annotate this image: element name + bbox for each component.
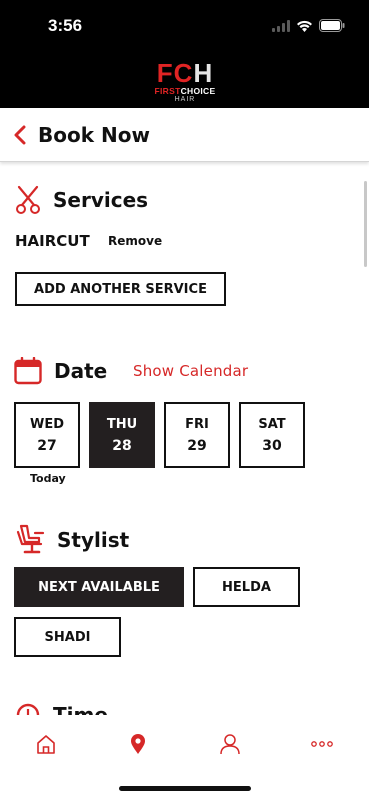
scissors-icon [16, 185, 40, 214]
booking-form[interactable]: Services HAIRCUT Remove ADD ANOTHER SERV… [0, 163, 369, 715]
day-name: WED [29, 417, 64, 432]
date-option-wed[interactable]: WED 27 [14, 402, 80, 468]
title-bar: Book Now [0, 108, 369, 162]
more-icon [311, 741, 333, 747]
cellular-signal-icon [272, 19, 290, 32]
day-name: SAT [258, 417, 286, 432]
date-option-thu[interactable]: THU 28 [89, 402, 155, 468]
add-another-service-button[interactable]: ADD ANOTHER SERVICE [15, 272, 226, 306]
user-icon [220, 734, 240, 755]
date-option-fri[interactable]: FRI 29 [164, 402, 230, 468]
date-option-sat[interactable]: SAT 30 [239, 402, 305, 468]
logo-line1-right: CHOICE [180, 86, 216, 96]
stylist-helda-button[interactable]: HELDA [193, 567, 300, 607]
stylist-shadi-button[interactable]: SHADI [14, 617, 121, 657]
services-title: Services [53, 188, 149, 212]
services-header: Services [15, 185, 148, 215]
scrollbar[interactable] [364, 181, 367, 267]
location-pin-icon [131, 734, 145, 754]
day-name: FRI [185, 417, 209, 432]
page-title: Book Now [38, 123, 150, 147]
day-name: THU [106, 417, 138, 432]
clock-icon [16, 703, 40, 715]
logo-line2: HAIR [174, 96, 196, 103]
stylist-next-available-button[interactable]: NEXT AVAILABLE [14, 567, 184, 607]
day-number: 27 [37, 438, 57, 454]
status-time: 3:56 [48, 16, 83, 35]
selected-service-name: HAIRCUT [15, 232, 90, 250]
time-title: Time [53, 703, 108, 715]
brand-logo: FCH FIRSTCHOICE HAIR [140, 60, 230, 104]
date-title: Date [54, 359, 108, 383]
status-icons [272, 19, 345, 32]
stylist-header: Stylist [15, 524, 129, 556]
date-header: Date [14, 357, 107, 385]
day-number: 29 [187, 438, 207, 454]
battery-icon [319, 19, 345, 32]
wifi-icon [297, 20, 312, 32]
nav-account[interactable] [216, 731, 244, 757]
remove-service-link[interactable]: Remove [108, 234, 162, 248]
nav-locations[interactable] [124, 731, 152, 757]
calendar-icon [14, 357, 42, 385]
logo-text-right: H [193, 58, 214, 88]
home-icon [37, 735, 55, 754]
back-chevron-icon[interactable] [12, 124, 28, 146]
app-header: 3:56 FCH FIRSTCHOICE HAIR [0, 0, 369, 108]
time-header: Time [15, 702, 108, 715]
nav-more[interactable] [308, 731, 336, 757]
day-number: 30 [262, 438, 282, 454]
logo-line1-left: FIRST [154, 86, 181, 96]
logo-text-left: FC [156, 58, 194, 88]
show-calendar-link[interactable]: Show Calendar [133, 362, 248, 380]
salon-chair-icon [16, 524, 45, 554]
stylist-title: Stylist [57, 528, 130, 552]
nav-home[interactable] [32, 731, 60, 757]
day-number: 28 [112, 438, 132, 454]
today-label: Today [30, 472, 66, 485]
home-indicator [119, 786, 251, 791]
